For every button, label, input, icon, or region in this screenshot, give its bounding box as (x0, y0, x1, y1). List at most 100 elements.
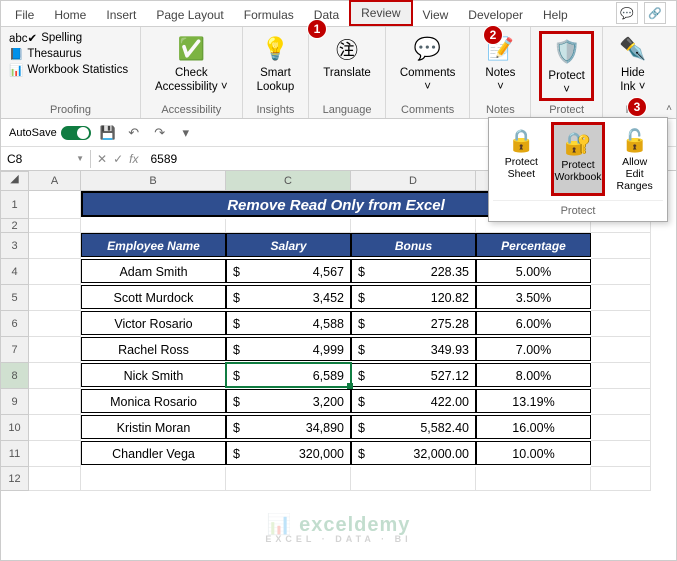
translate-icon: ㊟ (331, 33, 363, 65)
cell-name[interactable]: Monica Rosario (81, 389, 226, 413)
protect-dropdown: 🔒 ProtectSheet 🔐 ProtectWorkbook 🔓 Allow… (488, 117, 668, 222)
row-header-7[interactable]: 7 (1, 337, 29, 363)
enter-icon[interactable]: ✓ (113, 152, 123, 166)
cell-name[interactable]: Scott Murdock (81, 285, 226, 309)
ink-icon: ✒️ (617, 33, 649, 65)
save-icon[interactable]: 💾 (99, 124, 117, 142)
group-label-notes: Notes (478, 102, 522, 116)
cell-percentage[interactable]: 16.00% (476, 415, 591, 439)
tab-view[interactable]: View (413, 4, 459, 26)
row-header-3[interactable]: 3 (1, 233, 29, 259)
redo-icon[interactable]: ↷ (151, 124, 169, 142)
protect-icon: 🛡️ (551, 36, 583, 68)
protect-workbook-button[interactable]: 🔐 ProtectWorkbook (551, 122, 605, 196)
select-all-cell[interactable]: ◢ (1, 171, 29, 191)
name-box[interactable]: C8▼ (1, 150, 91, 168)
cell-salary[interactable]: $34,890 (226, 415, 351, 439)
tab-insert[interactable]: Insert (96, 4, 146, 26)
cell-salary[interactable]: $4,567 (226, 259, 351, 283)
group-label-proofing: Proofing (9, 102, 132, 116)
share-icon[interactable]: 🔗 (644, 2, 666, 24)
col-header-A[interactable]: A (29, 171, 81, 191)
cell-bonus[interactable]: $349.93 (351, 337, 476, 361)
cell-bonus[interactable]: $527.12 (351, 363, 476, 387)
cell-bonus[interactable]: $422.00 (351, 389, 476, 413)
cell-bonus[interactable]: $5,582.40 (351, 415, 476, 439)
cell-salary[interactable]: $4,999 (226, 337, 351, 361)
cell-salary[interactable]: $4,588 (226, 311, 351, 335)
qat-dropdown-icon[interactable]: ▾ (177, 124, 195, 142)
smart-lookup-button[interactable]: 💡 Smart Lookup (251, 31, 301, 95)
fx-icon[interactable]: fx (129, 152, 138, 166)
ribbon-tabs: File Home Insert Page Layout Formulas Da… (1, 1, 676, 27)
row-header-11[interactable]: 11 (1, 441, 29, 467)
toggle-on-icon (61, 126, 91, 140)
cell-percentage[interactable]: 3.50% (476, 285, 591, 309)
tab-developer[interactable]: Developer (458, 4, 533, 26)
tab-home[interactable]: Home (44, 4, 96, 26)
protect-sheet-icon: 🔒 (505, 126, 537, 156)
comments-toggle-icon[interactable]: 💬 (616, 2, 638, 24)
allow-edit-ranges-button[interactable]: 🔓 Allow EditRanges (608, 122, 662, 196)
row-header-8[interactable]: 8 (1, 363, 29, 389)
cell-salary[interactable]: $3,200 (226, 389, 351, 413)
cell-salary[interactable]: $320,000 (226, 441, 351, 465)
cell-name[interactable]: Kristin Moran (81, 415, 226, 439)
protect-sheet-button[interactable]: 🔒 ProtectSheet (494, 122, 548, 196)
hide-ink-button[interactable]: ✒️ Hide Ink ˅ (611, 31, 655, 95)
lightbulb-icon: 💡 (259, 33, 291, 65)
cell-percentage[interactable]: 8.00% (476, 363, 591, 387)
translate-button[interactable]: ㊟ Translate (317, 31, 377, 95)
ribbon-content: abc✔Spelling 📘Thesaurus 📊Workbook Statis… (1, 27, 676, 119)
collapse-ribbon-icon[interactable]: ˄ (666, 103, 672, 114)
workbook-stats-button[interactable]: 📊Workbook Statistics (9, 63, 132, 77)
tab-help[interactable]: Help (533, 4, 578, 26)
tab-file[interactable]: File (5, 4, 44, 26)
col-header-D[interactable]: D (351, 171, 476, 191)
row-header-4[interactable]: 4 (1, 259, 29, 285)
cell-name[interactable]: Victor Rosario (81, 311, 226, 335)
col-header-B[interactable]: B (81, 171, 226, 191)
cell-percentage[interactable]: 6.00% (476, 311, 591, 335)
row-header-2[interactable]: 2 (1, 219, 29, 233)
cell-percentage[interactable]: 5.00% (476, 259, 591, 283)
cell-percentage[interactable]: 13.19% (476, 389, 591, 413)
group-label-accessibility: Accessibility (149, 102, 234, 116)
group-label-language: Language (317, 102, 377, 116)
cell-salary[interactable]: $6,589 (226, 363, 351, 387)
check-accessibility-button[interactable]: ✅ Check Accessibility ˅ (149, 31, 234, 95)
book-icon: 📘 (9, 47, 23, 61)
cell-bonus[interactable]: $32,000.00 (351, 441, 476, 465)
cell-name[interactable]: Chandler Vega (81, 441, 226, 465)
cell-name[interactable]: Rachel Ross (81, 337, 226, 361)
protect-button[interactable]: 🛡️ Protect ˅ (539, 31, 593, 101)
spelling-button[interactable]: abc✔Spelling (9, 31, 132, 45)
row-header-5[interactable]: 5 (1, 285, 29, 311)
tab-review[interactable]: Review (349, 0, 412, 26)
row-header-9[interactable]: 9 (1, 389, 29, 415)
row-header-12[interactable]: 12 (1, 467, 29, 491)
autosave-toggle[interactable]: AutoSave (9, 126, 91, 140)
comments-button[interactable]: 💬 Comments ˅ (394, 31, 462, 95)
undo-icon[interactable]: ↶ (125, 124, 143, 142)
cell-bonus[interactable]: $228.35 (351, 259, 476, 283)
row-header-1[interactable]: 1 (1, 191, 29, 219)
row-header-10[interactable]: 10 (1, 415, 29, 441)
group-label-protect: Protect (539, 102, 593, 116)
step-badge-3: 3 (627, 97, 647, 117)
stats-icon: 📊 (9, 63, 23, 77)
cell-bonus[interactable]: $275.28 (351, 311, 476, 335)
cell-name[interactable]: Adam Smith (81, 259, 226, 283)
thesaurus-button[interactable]: 📘Thesaurus (9, 47, 132, 61)
dropdown-label: Protect (493, 200, 663, 219)
cancel-icon[interactable]: ✕ (97, 152, 107, 166)
row-header-6[interactable]: 6 (1, 311, 29, 337)
cell-name[interactable]: Nick Smith (81, 363, 226, 387)
col-header-C[interactable]: C (226, 171, 351, 191)
cell-salary[interactable]: $3,452 (226, 285, 351, 309)
cell-bonus[interactable]: $120.82 (351, 285, 476, 309)
cell-percentage[interactable]: 10.00% (476, 441, 591, 465)
tab-formulas[interactable]: Formulas (234, 4, 304, 26)
cell-percentage[interactable]: 7.00% (476, 337, 591, 361)
tab-page-layout[interactable]: Page Layout (146, 4, 233, 26)
